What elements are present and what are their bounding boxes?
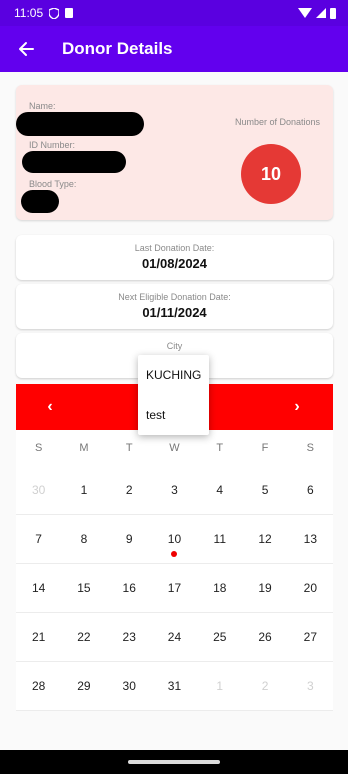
- event-dot-icon: [171, 551, 178, 557]
- calendar-day[interactable]: 24: [152, 613, 197, 661]
- city-label: City: [166, 341, 183, 351]
- calendar-day-number: 10: [167, 532, 182, 546]
- last-donation-label: Last Donation Date:: [134, 243, 215, 253]
- page-title: Donor Details: [62, 39, 173, 58]
- status-bar: 11:05: [0, 0, 348, 26]
- calendar-day[interactable]: 27: [288, 613, 333, 661]
- weekday-label: S: [34, 442, 43, 454]
- calendar-day[interactable]: 31: [152, 662, 197, 710]
- calendar-day[interactable]: 2: [107, 466, 152, 514]
- prev-month-button[interactable]: ‹: [30, 384, 70, 430]
- calendar-week: 21 22 23 24 25 26 27: [16, 613, 333, 662]
- calendar-day[interactable]: 18: [197, 564, 242, 612]
- city-option[interactable]: KUCHING: [138, 355, 209, 395]
- back-button[interactable]: [0, 26, 52, 72]
- donations-label: Number of Donations: [234, 117, 320, 127]
- calendar-grid: S M T W T F S 30 1 2 3 4 5 6 7 8 9 10 11: [16, 430, 333, 711]
- calendar-day[interactable]: 9: [107, 515, 152, 563]
- calendar-day[interactable]: 11: [197, 515, 242, 563]
- weekday-label: M: [79, 442, 89, 454]
- shield-icon: [49, 7, 60, 19]
- calendar-day[interactable]: 1: [61, 466, 106, 514]
- last-donation-card: Last Donation Date: 01/08/2024: [16, 235, 333, 280]
- blood-type-value-redacted: [21, 190, 59, 213]
- calendar-week: 30 1 2 3 4 5 6: [16, 466, 333, 515]
- calendar-day[interactable]: 14: [16, 564, 61, 612]
- name-value-redacted: [16, 112, 144, 136]
- calendar-day[interactable]: 7: [16, 515, 61, 563]
- chevron-right-icon: ›: [294, 398, 300, 415]
- next-eligible-card: Next Eligible Donation Date: 01/11/2024: [16, 284, 333, 329]
- system-nav-bar: [0, 750, 348, 774]
- calendar-day[interactable]: 17: [152, 564, 197, 612]
- calendar-day[interactable]: 26: [242, 613, 287, 661]
- calendar-day[interactable]: 19: [242, 564, 287, 612]
- calendar-day-outside[interactable]: 30: [16, 466, 61, 514]
- city-dropdown-menu: KUCHING test: [138, 355, 209, 435]
- weekday-label: F: [261, 442, 269, 454]
- weekday-header: S M T W T F S: [16, 430, 333, 466]
- next-eligible-label: Next Eligible Donation Date:: [118, 292, 231, 302]
- calendar-day[interactable]: 15: [61, 564, 106, 612]
- city-option[interactable]: test: [138, 395, 209, 435]
- next-month-button[interactable]: ›: [277, 384, 317, 430]
- calendar-day[interactable]: 5: [242, 466, 287, 514]
- name-label: Name:: [29, 101, 56, 111]
- calendar-week: 28 29 30 31 1 2 3: [16, 662, 333, 711]
- calendar-day[interactable]: 6: [288, 466, 333, 514]
- calendar-day[interactable]: 25: [197, 613, 242, 661]
- calendar-day-outside[interactable]: 3: [288, 662, 333, 710]
- calendar-day-with-event[interactable]: 10: [152, 515, 197, 563]
- calendar-week: 7 8 9 10 11 12 13: [16, 515, 333, 564]
- weekday-label: T: [216, 442, 224, 454]
- calendar-day-outside[interactable]: 2: [242, 662, 287, 710]
- content: Name: ID Number: Blood Type: Number of D…: [0, 72, 348, 750]
- calendar-day[interactable]: 4: [197, 466, 242, 514]
- calendar-day[interactable]: 21: [16, 613, 61, 661]
- calendar-day[interactable]: 28: [16, 662, 61, 710]
- wifi-icon: [298, 8, 312, 18]
- next-eligible-value: 01/11/2024: [142, 305, 207, 320]
- calendar-day[interactable]: 12: [242, 515, 287, 563]
- chevron-left-icon: ‹: [47, 398, 53, 415]
- id-number-label: ID Number:: [29, 140, 76, 150]
- calendar-day[interactable]: 30: [107, 662, 152, 710]
- calendar-week: 14 15 16 17 18 19 20: [16, 564, 333, 613]
- weekday-label: S: [306, 442, 314, 454]
- calendar-day[interactable]: 23: [107, 613, 152, 661]
- calendar-day[interactable]: 22: [61, 613, 106, 661]
- calendar-day[interactable]: 16: [107, 564, 152, 612]
- weekday-label: T: [125, 442, 133, 454]
- status-time: 11:05: [14, 6, 44, 20]
- calendar-day[interactable]: 20: [288, 564, 333, 612]
- calendar-day[interactable]: 29: [61, 662, 106, 710]
- sim-card-icon: [65, 8, 74, 18]
- calendar-day[interactable]: 3: [152, 466, 197, 514]
- calendar-day[interactable]: 13: [288, 515, 333, 563]
- blood-type-label: Blood Type:: [29, 179, 77, 189]
- weekday-label: W: [169, 442, 180, 454]
- donor-summary-card: Name: ID Number: Blood Type: Number of D…: [16, 85, 333, 220]
- arrow-left-icon: [19, 42, 34, 56]
- last-donation-value: 01/08/2024: [141, 256, 208, 271]
- id-number-value-redacted: [22, 151, 126, 173]
- calendar-day[interactable]: 8: [61, 515, 106, 563]
- home-gesture-handle[interactable]: [128, 760, 220, 764]
- signal-icon: [316, 8, 326, 18]
- calendar-day-outside[interactable]: 1: [197, 662, 242, 710]
- battery-icon: [330, 7, 336, 19]
- app-bar: Donor Details: [0, 26, 348, 72]
- donations-count-badge: 10: [241, 144, 301, 204]
